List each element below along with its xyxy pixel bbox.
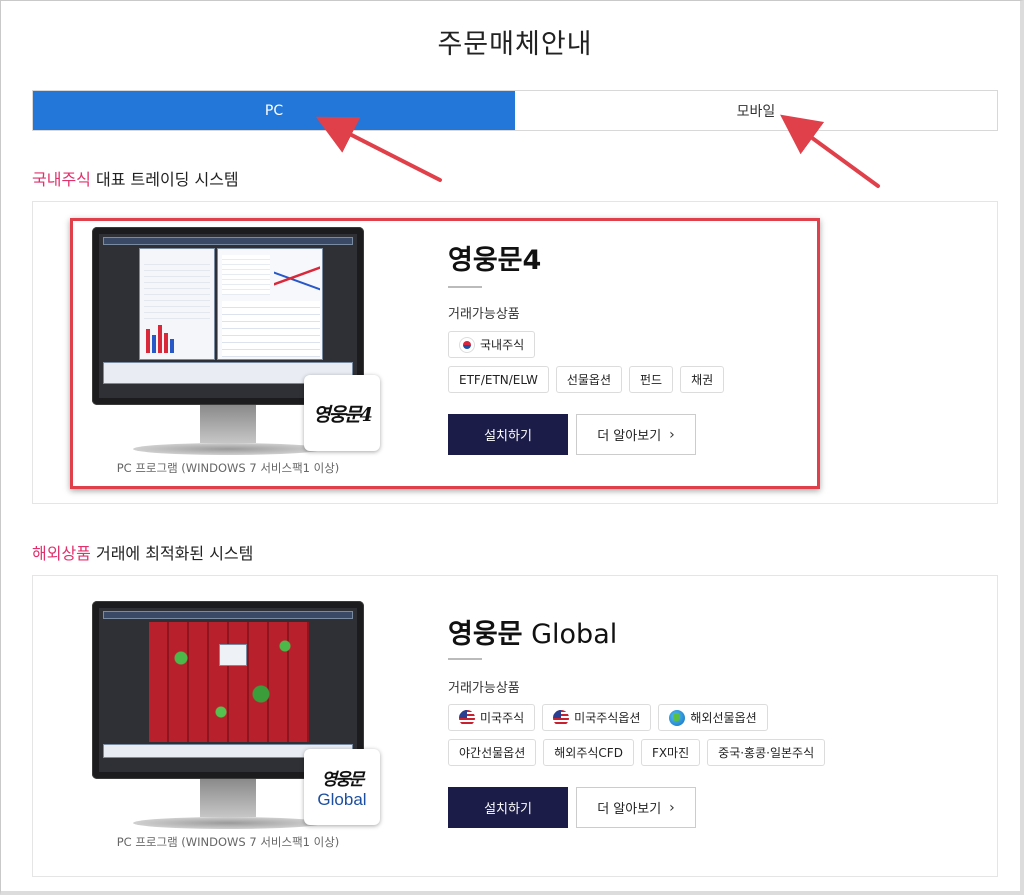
chip-night-futures-options: 야간선물옵션 [448,739,537,766]
learn-more-label: 더 알아보기 [597,429,662,444]
learn-more-label: 더 알아보기 [597,802,662,817]
annotation-arrow-pc [315,116,442,182]
us-flag-icon [553,709,570,726]
chip-overseas-futures-options: 해외선물옵션 [658,704,768,731]
install-button[interactable]: 설치하기 [448,787,568,828]
chevron-right-icon: › [669,799,675,816]
divider [448,658,482,660]
tab-mobile[interactable]: 모바일 [515,91,997,130]
tradable-products-label: 거래가능상품 [448,307,520,322]
annotation-arrow-mobile [780,114,880,188]
chip-row-secondary: ETF/ETN/ELW 선물옵션 펀드 채권 [448,366,725,393]
tab-pc[interactable]: PC [33,91,515,130]
divider [448,286,482,288]
chip-fund: 펀드 [629,366,674,393]
heroes-global-logo: 영웅문 Global [304,749,380,825]
heroes-global-logo-sub: Global [317,789,367,809]
trading-screen-preview [99,608,357,772]
section-title-accent: 국내주식 [32,170,91,189]
product-card-heroes4: 영웅문4 PC 프로그램 (WINDOWS 7 서비스팩1 이상) 영웅문4 거… [32,201,998,504]
section-title-overseas: 해외상품 거래에 최적화된 시스템 [32,540,253,564]
product-caption: PC 프로그램 (WINDOWS 7 서비스팩1 이상) [116,835,340,849]
chip-row-primary: 국내주식 [448,331,536,358]
chip-row-primary: 미국주식 미국주식옵션 해외선물옵션 [448,704,768,731]
section-title-domestic: 국내주식 대표 트레이딩 시스템 [32,166,239,190]
us-flag-icon [459,709,475,726]
product-name: 영웅문4 [448,245,542,276]
learn-more-button[interactable]: 더 알아보기 › [576,414,696,455]
heroes4-logo-text: 영웅문4 [313,403,373,426]
page-title: 주문매체안내 [437,29,593,60]
chip-china-hk-japan-stock: 중국·홍콩·일본주식 [707,739,826,766]
media-tabs: PC 모바일 [32,90,998,131]
chip-overseas-stock-cfd: 해외주식CFD [543,739,634,766]
korea-flag-icon [459,336,475,353]
chip-row-secondary: 야간선물옵션 해외주식CFD FX마진 중국·홍콩·일본주식 [448,739,826,766]
product-card-heroes-global: 영웅문 Global PC 프로그램 (WINDOWS 7 서비스팩1 이상) … [32,575,998,877]
chip-domestic-stock: 국내주식 [448,331,536,358]
heroes4-logo: 영웅문4 [304,375,380,451]
heroes-global-logo-text: 영웅문 [321,769,365,790]
trading-screen-preview [99,234,357,398]
chip-us-stock: 미국주식 [448,704,536,731]
product-name: 영웅문 Global [448,619,618,650]
chip-etf-etn-elw: ETF/ETN/ELW [448,366,549,393]
chevron-right-icon: › [669,426,675,443]
install-button[interactable]: 설치하기 [448,414,568,455]
chip-bond: 채권 [680,366,725,393]
section-title-text: 대표 트레이딩 시스템 [90,170,239,189]
product-caption: PC 프로그램 (WINDOWS 7 서비스팩1 이상) [116,461,340,475]
section-title-text: 거래에 최적화된 시스템 [90,544,254,563]
section-title-accent: 해외상품 [32,544,91,563]
chip-futures-options: 선물옵션 [555,366,622,393]
globe-icon [669,709,686,726]
learn-more-button[interactable]: 더 알아보기 › [576,787,696,828]
chip-us-stock-options: 미국주식옵션 [542,704,652,731]
tradable-products-label: 거래가능상품 [448,681,520,696]
chip-fx-margin: FX마진 [640,739,701,766]
